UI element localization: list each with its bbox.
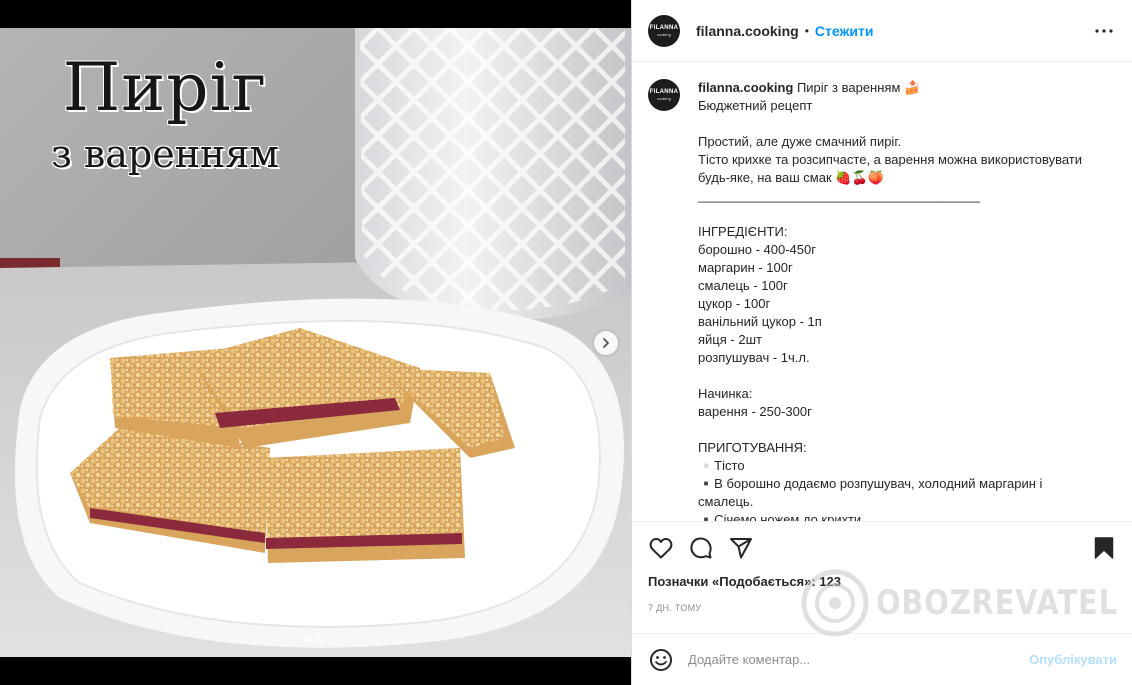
heart-icon [649,537,673,559]
post-timestamp[interactable]: 7 дн. тому [648,603,1117,613]
emoji-icon [650,648,672,671]
carousel-dot-2 [316,637,322,643]
likes-label: Позначки «Подобається»: [648,574,816,589]
caption-scroll-area[interactable]: FILANNA cooking filanna.cooking Пиріг з … [632,63,1132,521]
comment-icon [690,537,712,559]
caption-body: Пиріг з варенням 🍰 Бюджетний рецепт Прос… [698,80,1083,521]
carousel-dot-1 [306,637,312,643]
publish-button[interactable]: Опублікувати [1029,652,1117,667]
bookmark-icon [1094,537,1114,559]
caption-avatar-logo-text: FILANNA [649,89,679,95]
post-actions: Позначки «Подобається»: 123 7 дн. тому [632,521,1132,613]
avatar-logo-text: FILANNA [649,24,679,31]
caption-row: FILANNA cooking filanna.cooking Пиріг з … [648,79,1117,521]
post-header: FILANNA cooking filanna.cooking • Стежит… [632,0,1132,62]
comment-button[interactable] [688,535,714,561]
caption-username-link[interactable]: filanna.cooking [698,80,793,95]
post-media: Пиріг з варенням [0,0,631,685]
emoji-button[interactable] [648,647,674,673]
avatar-logo-subtext: cooking [657,31,671,37]
likes-count: 123 [819,574,842,589]
like-button[interactable] [648,535,674,561]
overlay-title-line2: з варенням [51,132,279,176]
chevron-right-icon [603,338,609,348]
avatar[interactable]: FILANNA cooking [648,14,680,47]
comment-form: Опублікувати [632,633,1132,685]
send-icon [730,538,752,559]
more-options-button[interactable] [1092,19,1116,43]
post-side-panel: FILANNA cooking filanna.cooking • Стежит… [631,0,1132,685]
caption-avatar[interactable]: FILANNA cooking [648,79,680,111]
caption-avatar-logo-subtext: cooking [657,96,671,101]
share-button[interactable] [728,535,754,561]
save-button[interactable] [1091,535,1117,561]
comment-input[interactable] [688,652,1008,667]
next-photo-button[interactable] [594,331,618,355]
photo-overlay-title: Пиріг з варенням [0,49,330,177]
likes-summary[interactable]: Позначки «Подобається»: 123 [648,574,1117,589]
header-separator: • [804,23,809,38]
carousel-dots [306,637,322,643]
action-icons-row [648,522,1117,574]
overlay-title-line1: Пиріг [62,49,268,126]
header-username-link[interactable]: filanna.cooking [696,23,799,39]
caption-text: filanna.cooking Пиріг з варенням 🍰 Бюдже… [698,79,1098,521]
more-options-icon [1095,28,1113,33]
follow-button[interactable]: Стежити [815,23,874,39]
